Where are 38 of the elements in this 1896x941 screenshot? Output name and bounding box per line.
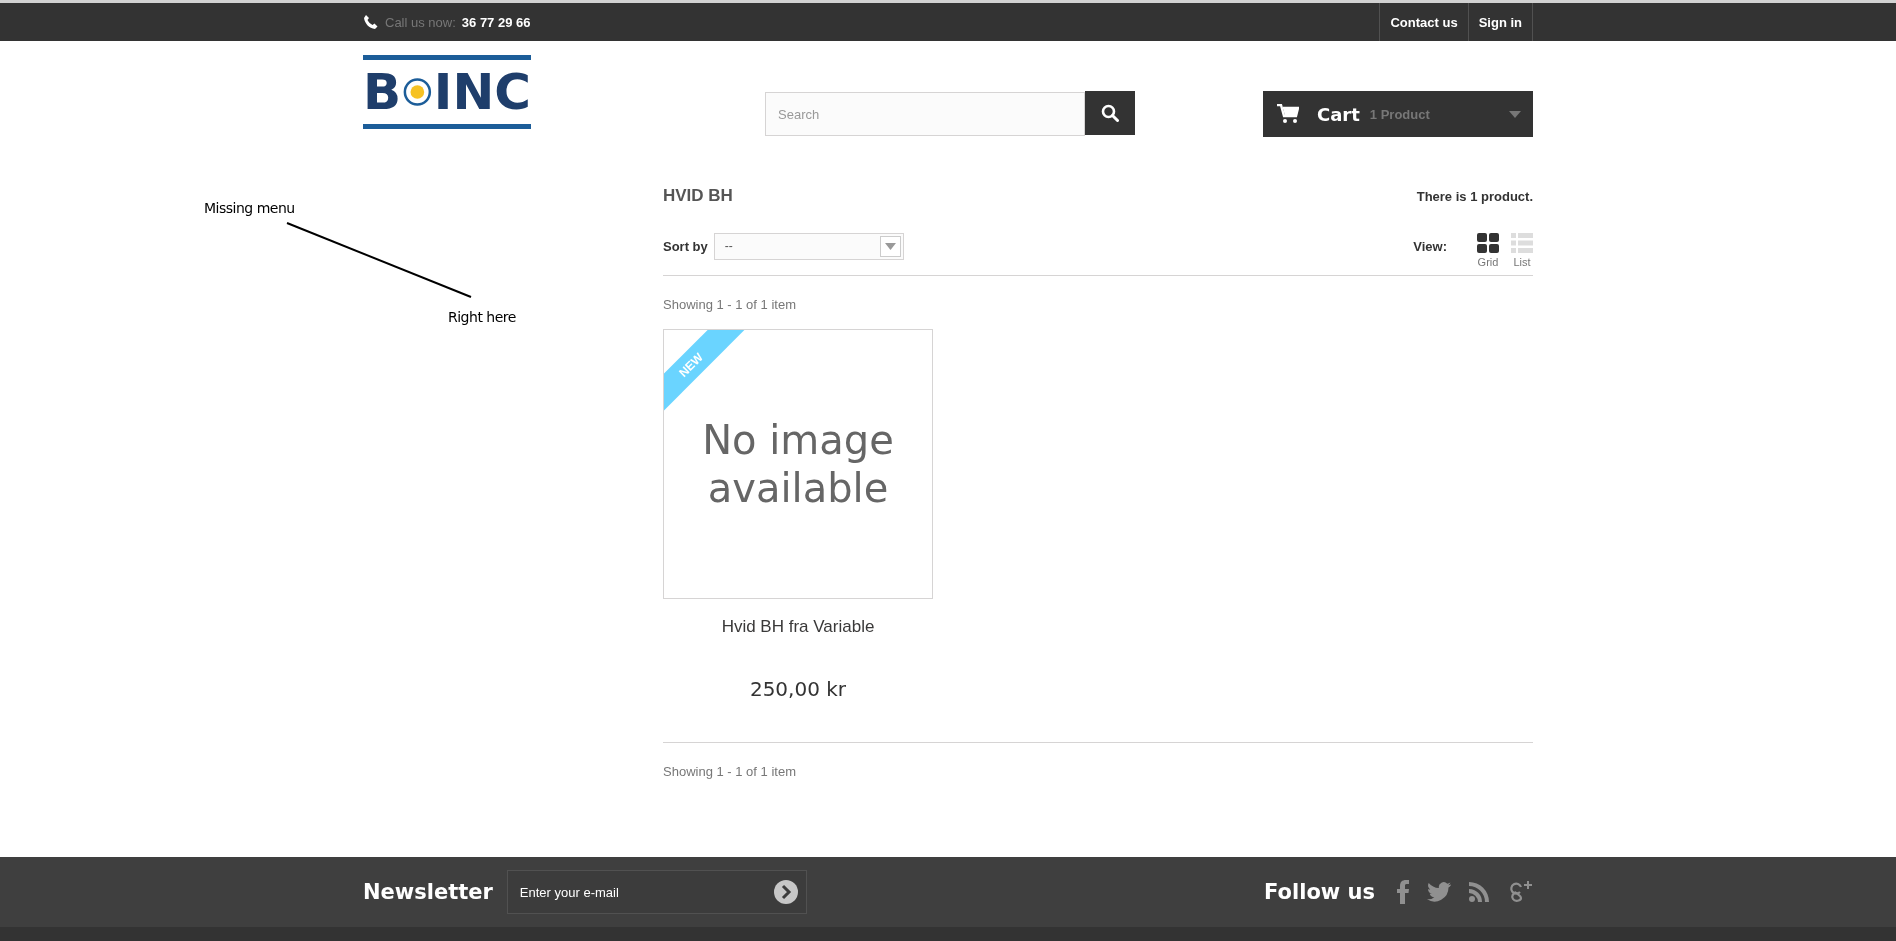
follow-us-title: Follow us — [1264, 880, 1375, 904]
category-title: HVID BH — [663, 186, 733, 206]
search-field[interactable]: Search — [765, 92, 1085, 136]
product-price: 250,00 kr — [749, 677, 847, 701]
list-icon — [1511, 232, 1533, 253]
sort-dropdown[interactable]: -- — [713, 232, 904, 260]
newsletter-title: Newsletter — [363, 880, 493, 904]
grid-icon — [1477, 232, 1499, 253]
caret-icon — [1509, 110, 1521, 118]
annotation-note: Missing menu — [204, 200, 295, 216]
caret-icon — [884, 242, 896, 250]
cart-button[interactable]: Cart 1 Product — [1263, 91, 1533, 137]
google-plus-icon[interactable] — [1507, 879, 1533, 905]
cart-icon — [1277, 104, 1299, 124]
facebook-icon[interactable] — [1397, 880, 1409, 904]
no-image-text: No image available — [701, 416, 895, 512]
logo[interactable]: B INC — [363, 55, 531, 129]
cart-count: 1 Product — [1369, 106, 1430, 122]
rss-icon[interactable] — [1469, 882, 1489, 902]
phone-icon — [363, 14, 379, 30]
search-button[interactable] — [1085, 91, 1135, 135]
cart-label: Cart — [1317, 103, 1360, 125]
showing-count: Showing 1 - 1 of 1 item — [663, 297, 797, 314]
call-label: Call us now: — [385, 14, 456, 30]
sort-label: Sort by — [663, 238, 708, 254]
top-link[interactable]: Contact us — [1379, 3, 1468, 41]
search-icon — [1101, 104, 1119, 122]
product-count: There is 1 product. — [1416, 188, 1533, 204]
email-field[interactable]: Enter your e-mail — [506, 870, 807, 914]
view-label: View: — [1413, 238, 1447, 254]
top-link[interactable]: Sign in — [1467, 3, 1533, 41]
twitter-bird-icon[interactable] — [1427, 882, 1451, 902]
product-name[interactable]: Hvid BH fra Variable — [721, 617, 875, 637]
view-grid-button[interactable]: Grid — [1477, 224, 1499, 268]
view-list-button[interactable]: List — [1511, 224, 1533, 268]
phone-number: 36 77 29 66 — [461, 14, 531, 30]
annotation-note: Right here — [448, 309, 516, 325]
showing-count: Showing 1 - 1 of 1 item — [663, 764, 797, 781]
